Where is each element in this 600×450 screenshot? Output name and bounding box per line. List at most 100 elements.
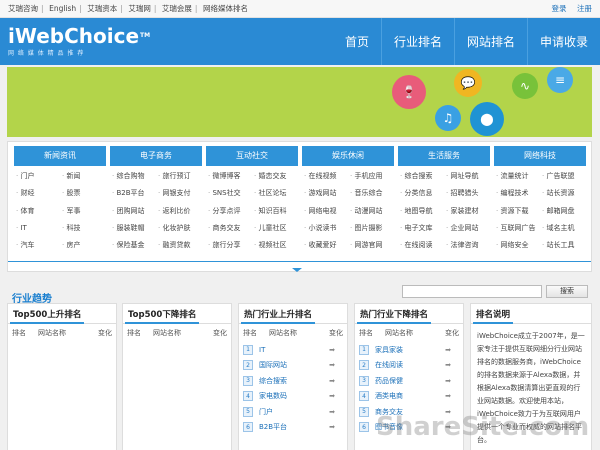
category-link[interactable]: 保险基金 [110,237,156,254]
top-link-expo[interactable]: 艾瑞会展 [162,4,192,13]
top-link-iresearch-net[interactable]: 艾瑞网 [128,4,151,13]
category-title[interactable]: 互动社交 [206,146,298,166]
category-link[interactable]: 音乐综合 [348,185,394,202]
table-row[interactable]: 1 IT ➡ [239,342,347,358]
category-link[interactable]: 分享点评 [206,203,252,220]
category-link[interactable]: 在线阅读 [398,237,444,254]
category-title[interactable]: 网络科技 [494,146,586,166]
industry-link[interactable]: 综合搜索 [259,376,321,386]
table-row[interactable]: 5 门户 ➡ [239,404,347,420]
nav-industry-ranking[interactable]: 行业排名 [380,18,454,65]
category-link[interactable]: B2B平台 [110,185,156,202]
category-link[interactable]: 广告联盟 [540,168,586,185]
category-link[interactable]: 科技 [60,220,106,237]
industry-link[interactable]: 酒类电商 [375,391,437,401]
category-link[interactable]: 返利比价 [156,203,202,220]
category-link[interactable]: 邮箱网盘 [540,203,586,220]
site-logo[interactable]: iWebChoice TM 网 络 媒 体 精 品 推 荐 [0,18,150,65]
category-link[interactable]: 融资贷款 [156,237,202,254]
category-link[interactable]: 资源下载 [494,203,540,220]
industry-link[interactable]: B2B平台 [259,422,321,432]
industry-link[interactable]: 国际网站 [259,360,321,370]
search-button[interactable]: 搜索 [546,285,588,298]
category-link[interactable]: 动漫网站 [348,203,394,220]
category-link[interactable]: 商务交友 [206,220,252,237]
category-link[interactable]: 法律咨询 [444,237,490,254]
category-link[interactable]: 军事 [60,203,106,220]
table-row[interactable]: 2 在线阅读 ➡ [355,358,463,374]
table-row[interactable]: 6 图书音像 ➡ [355,420,463,436]
register-link[interactable]: 注册 [577,4,592,13]
category-link[interactable]: 服装鞋帽 [110,220,156,237]
category-link[interactable]: 分类信息 [398,185,444,202]
category-link[interactable]: 体育 [14,203,60,220]
industry-link[interactable]: 家电数码 [259,391,321,401]
nav-home[interactable]: 首页 [333,18,381,65]
category-link[interactable]: 财经 [14,185,60,202]
category-link[interactable]: 化妆护肤 [156,220,202,237]
top-link-capital[interactable]: 艾瑞资本 [87,4,117,13]
industry-link[interactable]: 门户 [259,407,321,417]
table-row[interactable]: 4 家电数码 ➡ [239,389,347,405]
category-link[interactable]: 网络电视 [302,203,348,220]
category-link[interactable]: 新闻 [60,168,106,185]
category-link[interactable]: 站长资源 [540,185,586,202]
table-row[interactable]: 2 国际网站 ➡ [239,358,347,374]
category-title[interactable]: 新闻资讯 [14,146,106,166]
category-link[interactable]: 家装建材 [444,203,490,220]
category-link[interactable]: 团购网站 [110,203,156,220]
nav-apply[interactable]: 申请收录 [526,18,600,65]
category-link[interactable]: 知识百科 [252,203,298,220]
category-link[interactable]: 网游官网 [348,237,394,254]
category-link[interactable]: IT [14,220,60,237]
search-input[interactable] [402,285,542,298]
industry-link[interactable]: 家具家装 [375,345,437,355]
category-link[interactable]: 婚恋交友 [252,168,298,185]
category-link[interactable]: 图片摄影 [348,220,394,237]
category-link[interactable]: SNS社交 [206,185,252,202]
table-row[interactable]: 3 综合搜索 ➡ [239,373,347,389]
category-title[interactable]: 电子商务 [110,146,202,166]
category-link[interactable]: 站长工具 [540,237,586,254]
table-row[interactable]: 1 家具家装 ➡ [355,342,463,358]
login-link[interactable]: 登录 [551,4,566,13]
category-link[interactable]: 微博博客 [206,168,252,185]
industry-link[interactable]: 图书音像 [375,422,437,432]
table-row[interactable]: 5 商务交友 ➡ [355,404,463,420]
category-link[interactable]: 编程技术 [494,185,540,202]
category-link[interactable]: 门户 [14,168,60,185]
category-link[interactable]: 房产 [60,237,106,254]
expand-arrow-icon[interactable] [292,268,302,272]
category-link[interactable]: 小说读书 [302,220,348,237]
industry-link[interactable]: 在线阅读 [375,360,437,370]
category-link[interactable]: 电子文库 [398,220,444,237]
category-link[interactable]: 收藏爱好 [302,237,348,254]
nav-site-ranking[interactable]: 网站排名 [453,18,527,65]
category-link[interactable]: 综合搜索 [398,168,444,185]
category-link[interactable]: 旅行预订 [156,168,202,185]
table-row[interactable]: 3 药品保健 ➡ [355,373,463,389]
category-link[interactable]: 域名主机 [540,220,586,237]
category-link[interactable]: 网银支付 [156,185,202,202]
category-link[interactable]: 地图导航 [398,203,444,220]
category-link[interactable]: 游戏网站 [302,185,348,202]
category-title[interactable]: 娱乐休闲 [302,146,394,166]
category-link[interactable]: 流量统计 [494,168,540,185]
category-link[interactable]: 旅行分享 [206,237,252,254]
category-link[interactable]: 视频社区 [252,237,298,254]
category-link[interactable]: 综合购物 [110,168,156,185]
category-link[interactable]: 网络安全 [494,237,540,254]
industry-link[interactable]: IT [259,346,321,354]
category-link[interactable]: 企业网站 [444,220,490,237]
top-link-english[interactable]: English [49,4,76,13]
category-link[interactable]: 招聘猎头 [444,185,490,202]
industry-link[interactable]: 药品保健 [375,376,437,386]
category-title[interactable]: 生活服务 [398,146,490,166]
top-link-iresearch[interactable]: 艾瑞咨询 [8,4,38,13]
category-link[interactable]: 儿童社区 [252,220,298,237]
top-link-media-ranking[interactable]: 网络媒体排名 [203,4,248,13]
category-link[interactable]: 互联网广告 [494,220,540,237]
industry-link[interactable]: 商务交友 [375,407,437,417]
category-link[interactable]: 股票 [60,185,106,202]
hero-banner[interactable]: 🍷 💬 ♫ ⬤ ∿ ≡ [7,67,592,137]
